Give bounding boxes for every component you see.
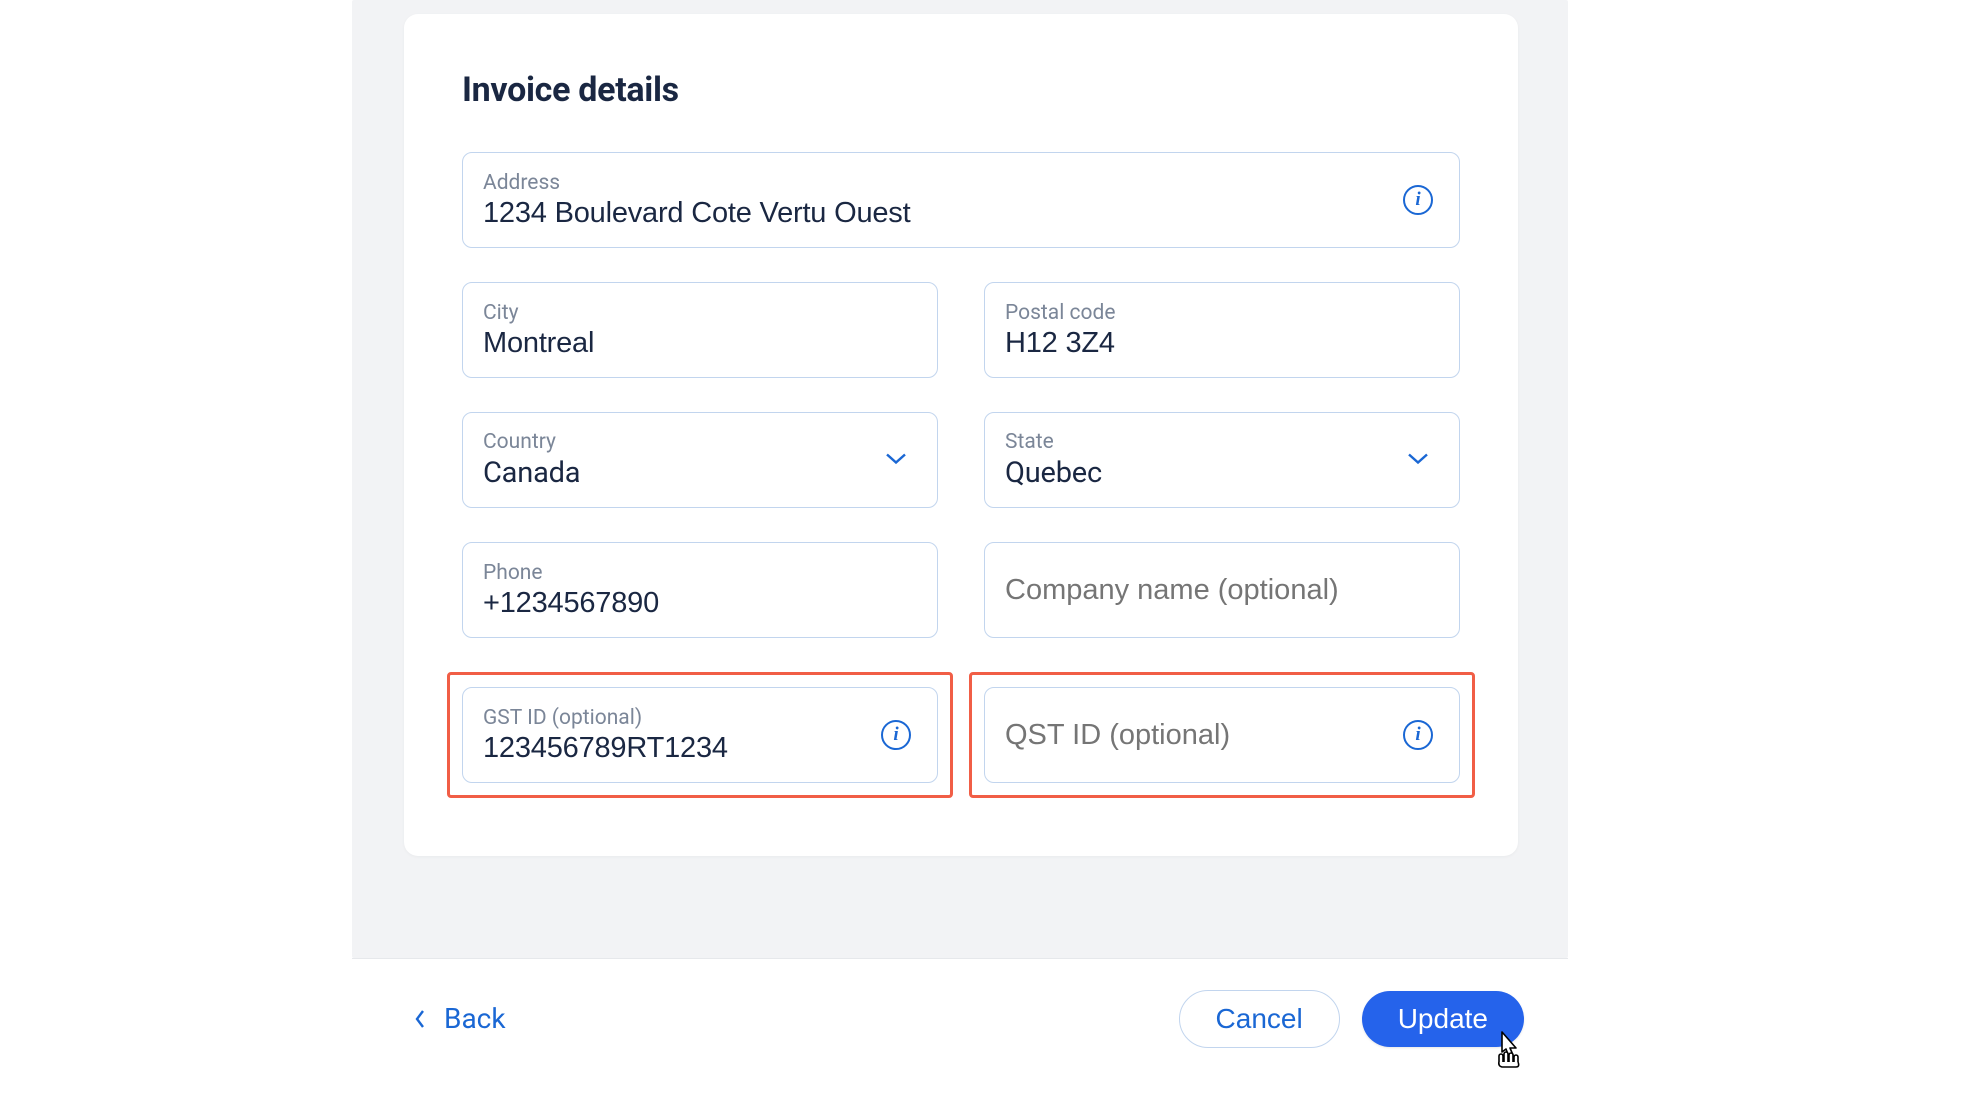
postal-label: Postal code (1005, 301, 1439, 325)
country-label: Country (483, 430, 917, 454)
phone-input[interactable] (483, 587, 917, 620)
address-input[interactable] (483, 197, 1439, 230)
state-select[interactable]: State Quebec (984, 412, 1460, 508)
back-link[interactable]: Back (414, 1002, 506, 1035)
company-input[interactable] (1005, 574, 1439, 607)
state-label: State (1005, 430, 1439, 454)
address-field[interactable]: Address i (462, 152, 1460, 248)
update-button[interactable]: Update (1362, 991, 1524, 1047)
postal-field[interactable]: Postal code (984, 282, 1460, 378)
gst-field[interactable]: GST ID (optional) i (462, 687, 938, 783)
gst-input[interactable] (483, 732, 917, 765)
chevron-down-icon (885, 451, 907, 470)
info-icon[interactable]: i (1403, 720, 1433, 750)
city-field[interactable]: City (462, 282, 938, 378)
company-field[interactable] (984, 542, 1460, 638)
back-label: Back (444, 1002, 506, 1035)
city-input[interactable] (483, 327, 917, 360)
phone-field[interactable]: Phone (462, 542, 938, 638)
postal-input[interactable] (1005, 327, 1439, 360)
footer-bar: Back Cancel Update (352, 958, 1568, 1078)
gst-label: GST ID (optional) (483, 706, 917, 730)
country-select[interactable]: Country Canada (462, 412, 938, 508)
info-icon[interactable]: i (881, 720, 911, 750)
qst-input[interactable] (1005, 719, 1439, 752)
info-icon[interactable]: i (1403, 185, 1433, 215)
phone-label: Phone (483, 561, 917, 585)
invoice-details-card: Invoice details Address i City Postal co… (404, 14, 1518, 856)
cancel-button[interactable]: Cancel (1179, 990, 1340, 1048)
state-value: Quebec (1005, 456, 1439, 490)
city-label: City (483, 301, 917, 325)
gst-highlight: GST ID (optional) i (447, 672, 953, 798)
chevron-left-icon (414, 1009, 426, 1029)
card-title: Invoice details (462, 70, 1460, 110)
qst-field[interactable]: i (984, 687, 1460, 783)
country-value: Canada (483, 456, 917, 490)
address-label: Address (483, 171, 1439, 195)
qst-highlight: i (969, 672, 1475, 798)
chevron-down-icon (1407, 451, 1429, 470)
